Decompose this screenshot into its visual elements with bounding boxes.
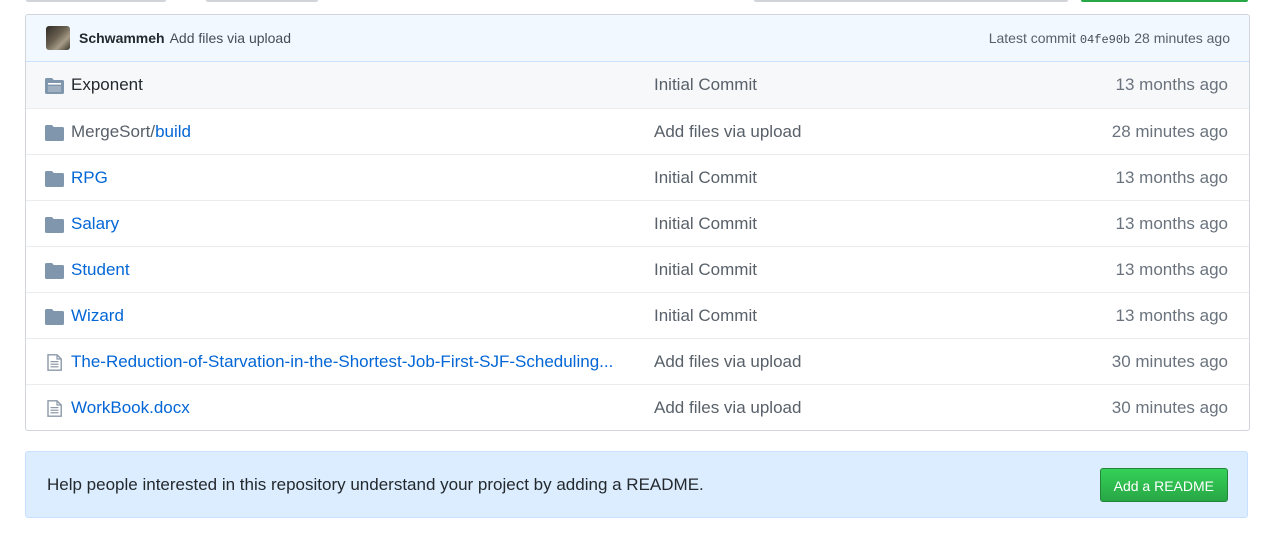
file-row[interactable]: The-Reduction-of-Starvation-in-the-Short… bbox=[26, 338, 1249, 384]
directory-row[interactable]: RPG Initial Commit 13 months ago bbox=[26, 154, 1249, 200]
folder-icon bbox=[45, 262, 64, 279]
top-toolbar-edge bbox=[0, 0, 1264, 2]
file-name-link[interactable]: Wizard bbox=[71, 306, 124, 325]
commit-age: 30 minutes ago bbox=[1111, 397, 1228, 417]
file-name-link[interactable]: RPG bbox=[71, 168, 108, 187]
readme-prompt-text: Help people interested in this repositor… bbox=[47, 474, 704, 494]
file-name-cell: Student bbox=[71, 260, 651, 280]
file-row[interactable]: WorkBook.docx Add files via upload 30 minu… bbox=[26, 384, 1249, 430]
folder-open-icon bbox=[45, 77, 64, 94]
commit-age: 13 months ago bbox=[1115, 259, 1228, 279]
latest-commit-info: Latest commit 04fe90b 28 minutes ago bbox=[989, 30, 1230, 47]
directory-path-prefix[interactable]: MergeSort/ bbox=[71, 122, 155, 141]
folder-icon bbox=[45, 170, 64, 187]
toolbar-button-edge[interactable] bbox=[206, 0, 318, 2]
commit-message-link[interactable]: Initial Commit bbox=[654, 260, 757, 280]
readme-prompt: Help people interested in this repositor… bbox=[25, 451, 1248, 518]
add-readme-button[interactable]: Add a README bbox=[1099, 467, 1228, 502]
directory-row[interactable]: MergeSort/build Add files via upload 28 mi… bbox=[26, 108, 1249, 154]
file-name-link[interactable]: Student bbox=[71, 260, 130, 279]
commit-message-link[interactable]: Initial Commit bbox=[654, 75, 757, 95]
folder-icon bbox=[45, 308, 64, 325]
file-icon bbox=[47, 400, 66, 417]
latest-commit-bar: Schwammeh Add files via upload Latest co… bbox=[26, 15, 1249, 62]
file-name-link[interactable]: The-Reduction-of-Starvation-in-the-Short… bbox=[71, 352, 613, 371]
file-name-cell: Salary bbox=[71, 214, 651, 234]
file-name-cell: Exponent bbox=[71, 75, 651, 95]
commit-sha[interactable]: 04fe90b bbox=[1080, 33, 1130, 47]
commit-age: 30 minutes ago bbox=[1111, 351, 1228, 371]
directory-row[interactable]: Exponent Initial Commit 13 months ago bbox=[26, 62, 1249, 108]
commit-age: 28 minutes ago bbox=[1134, 29, 1230, 46]
file-name-cell: WorkBook.docx bbox=[71, 398, 651, 418]
file-name-link[interactable]: Exponent bbox=[71, 75, 143, 94]
folder-icon bbox=[45, 124, 64, 141]
commit-age: 28 minutes ago bbox=[1111, 121, 1228, 141]
file-name-cell: Wizard bbox=[71, 306, 651, 326]
file-name-cell: MergeSort/build bbox=[71, 122, 651, 142]
file-icon bbox=[47, 354, 66, 371]
clone-button-edge[interactable] bbox=[1081, 0, 1248, 2]
directory-row[interactable]: Salary Initial Commit 13 months ago bbox=[26, 200, 1249, 246]
commit-message[interactable]: Add files via upload bbox=[170, 30, 291, 46]
commit-message-link[interactable]: Initial Commit bbox=[654, 306, 757, 326]
directory-row[interactable]: Student Initial Commit 13 months ago bbox=[26, 246, 1249, 292]
toolbar-button-edge[interactable] bbox=[754, 0, 1068, 2]
commit-age: 13 months ago bbox=[1115, 75, 1228, 94]
file-name-link[interactable]: build bbox=[155, 122, 191, 141]
commit-age: 13 months ago bbox=[1115, 167, 1228, 187]
commit-message-link[interactable]: Initial Commit bbox=[654, 214, 757, 234]
commit-age: 13 months ago bbox=[1115, 305, 1228, 325]
file-navigation-box: Schwammeh Add files via upload Latest co… bbox=[25, 14, 1250, 431]
commit-message-link[interactable]: Initial Commit bbox=[654, 168, 757, 188]
file-name-link[interactable]: WorkBook.docx bbox=[71, 398, 190, 417]
latest-commit-label: Latest commit bbox=[988, 29, 1076, 46]
commit-message-link[interactable]: Add files via upload bbox=[654, 398, 801, 418]
avatar[interactable] bbox=[46, 26, 70, 50]
toolbar-button-edge[interactable] bbox=[26, 0, 166, 2]
commit-age: 13 months ago bbox=[1115, 213, 1228, 233]
file-name-link[interactable]: Salary bbox=[71, 214, 119, 233]
file-name-cell: RPG bbox=[71, 168, 651, 188]
directory-row[interactable]: Wizard Initial Commit 13 months ago bbox=[26, 292, 1249, 338]
file-name-cell: The-Reduction-of-Starvation-in-the-Short… bbox=[71, 352, 651, 372]
folder-icon bbox=[45, 216, 64, 233]
commit-message-link[interactable]: Add files via upload bbox=[654, 122, 801, 142]
commit-author[interactable]: Schwammeh bbox=[79, 30, 165, 46]
commit-message-link[interactable]: Add files via upload bbox=[654, 352, 801, 372]
